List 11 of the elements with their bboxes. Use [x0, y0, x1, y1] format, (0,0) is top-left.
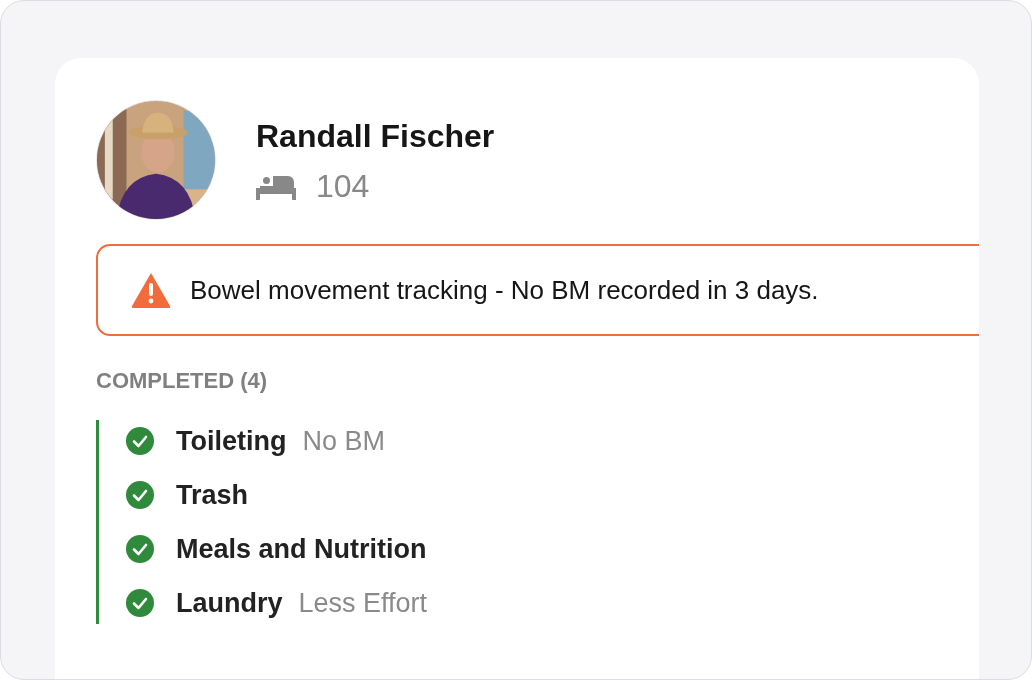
task-label: Meals and Nutrition	[176, 532, 427, 566]
task-note: No BM	[302, 424, 385, 458]
task-label: Laundry	[176, 586, 283, 620]
section-heading: COMPLETED (4)	[96, 370, 269, 392]
alert-text: Bowel movement tracking - No BM recorded in 3 days.	[190, 273, 819, 307]
resident-name: Randall Fischer	[256, 120, 495, 152]
warning-icon	[130, 271, 172, 309]
room-number: 104	[316, 170, 370, 202]
task-note: Less Effort	[298, 586, 428, 620]
task-label: Trash	[176, 478, 249, 512]
task-label: Toileting	[176, 424, 287, 458]
